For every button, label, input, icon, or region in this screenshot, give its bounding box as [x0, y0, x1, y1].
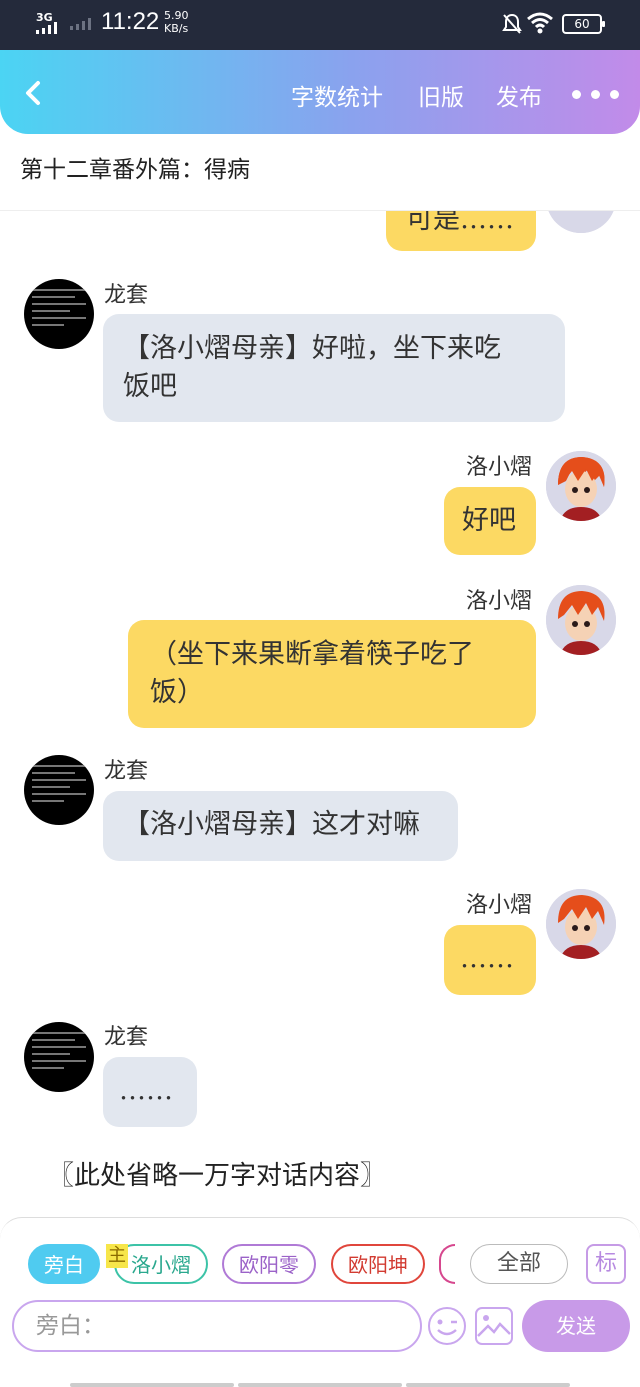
message-text-line: 饭） — [150, 677, 204, 708]
message-text: …… — [460, 943, 514, 974]
sender-name: 龙套 — [104, 283, 149, 308]
role-chip-ouyang-ling[interactable]: 欧阳零 — [222, 1244, 316, 1284]
mute-bell-icon — [502, 13, 522, 34]
message-bubble[interactable]: …… — [444, 925, 536, 995]
avatar[interactable] — [24, 279, 94, 349]
publish-button[interactable]: 发布 — [496, 78, 542, 112]
avatar[interactable] — [546, 585, 616, 655]
role-chip-narration[interactable]: 旁白 — [28, 1244, 100, 1284]
chat-list[interactable]: 可是…… 龙套 【洛小熠母亲】好啦，坐下来吃 饭吧 洛小熠 好吧 洛小熠 （坐下… — [0, 211, 640, 1217]
back-button[interactable] — [18, 78, 48, 108]
avatar[interactable] — [546, 451, 616, 521]
character-avatar-icon — [546, 211, 616, 233]
input-panel: 旁白 洛小熠 主 欧阳零 欧阳坤 全部 标 旁白： 发送 — [0, 1217, 640, 1387]
character-avatar-icon — [546, 585, 616, 655]
old-version-button[interactable]: 旧版 — [418, 78, 464, 112]
message-text-line: 【洛小熠母亲】好啦，坐下来吃 — [123, 333, 501, 364]
message-bubble[interactable]: （坐下来果断拿着筷子吃了 饭） — [128, 620, 536, 728]
sender-name: 龙套 — [104, 759, 149, 784]
mark-button[interactable]: 标 — [586, 1244, 626, 1284]
status-time: 11:22 — [101, 8, 160, 35]
message-bubble[interactable]: 好吧 — [444, 487, 536, 555]
character-avatar-icon — [546, 889, 616, 959]
avatar[interactable] — [24, 1022, 94, 1092]
character-avatar-icon — [546, 451, 616, 521]
word-count-button[interactable]: 字数统计 — [291, 78, 383, 112]
status-bar: 3G 11:22 5.90 KB/s 60 — [0, 0, 640, 50]
chapter-title: 第十二章番外篇：得病 — [20, 157, 250, 183]
message-bubble[interactable]: 可是…… — [386, 211, 536, 251]
role-chip-partial[interactable] — [439, 1244, 455, 1284]
more-dots-icon[interactable] — [572, 90, 619, 99]
message-text: 好吧 — [462, 505, 516, 536]
sender-name: 洛小熠 — [466, 455, 533, 480]
image-icon[interactable] — [474, 1306, 514, 1346]
message-text-line: （坐下来果断拿着筷子吃了 — [150, 639, 474, 670]
avatar[interactable] — [546, 211, 616, 233]
sender-name: 洛小熠 — [466, 589, 533, 614]
omitted-note: 〖此处省略一万字对话内容〗 — [48, 1161, 387, 1191]
sender-name: 龙套 — [104, 1025, 149, 1050]
battery-icon: 60 — [562, 14, 605, 34]
signal-secondary-icon — [70, 18, 91, 30]
signal-icon — [36, 22, 57, 34]
network-speed: 5.90 KB/s — [164, 9, 189, 35]
message-bubble[interactable]: 【洛小熠母亲】这才对嘛 — [103, 791, 458, 861]
wifi-icon — [527, 12, 553, 34]
text-image-icon — [32, 1032, 86, 1074]
message-text: …… — [119, 1075, 173, 1106]
main-role-tag: 主 — [106, 1244, 128, 1268]
send-button[interactable]: 发送 — [522, 1300, 630, 1352]
message-text: 可是…… — [406, 211, 514, 235]
message-text: 【洛小熠母亲】这才对嘛 — [123, 809, 420, 840]
text-image-icon — [32, 289, 86, 331]
text-image-icon — [32, 765, 86, 807]
all-roles-button[interactable]: 全部 — [470, 1244, 568, 1284]
message-input[interactable]: 旁白： — [12, 1300, 422, 1352]
speed-value: 5.90 — [164, 9, 189, 22]
home-indicator — [70, 1383, 570, 1387]
role-chip-luo-xiaoyi[interactable]: 洛小熠 — [114, 1244, 208, 1284]
message-bubble[interactable]: 【洛小熠母亲】好啦，坐下来吃 饭吧 — [103, 314, 565, 422]
message-bubble[interactable]: …… — [103, 1057, 197, 1127]
sender-name: 洛小熠 — [466, 893, 533, 918]
speed-unit: KB/s — [164, 22, 189, 35]
avatar[interactable] — [546, 889, 616, 959]
role-chip-ouyang-kun[interactable]: 欧阳坤 — [331, 1244, 425, 1284]
avatar[interactable] — [24, 755, 94, 825]
message-text-line: 饭吧 — [123, 371, 177, 402]
emoji-icon[interactable] — [427, 1306, 467, 1346]
app-header: 字数统计 旧版 发布 — [0, 50, 640, 134]
